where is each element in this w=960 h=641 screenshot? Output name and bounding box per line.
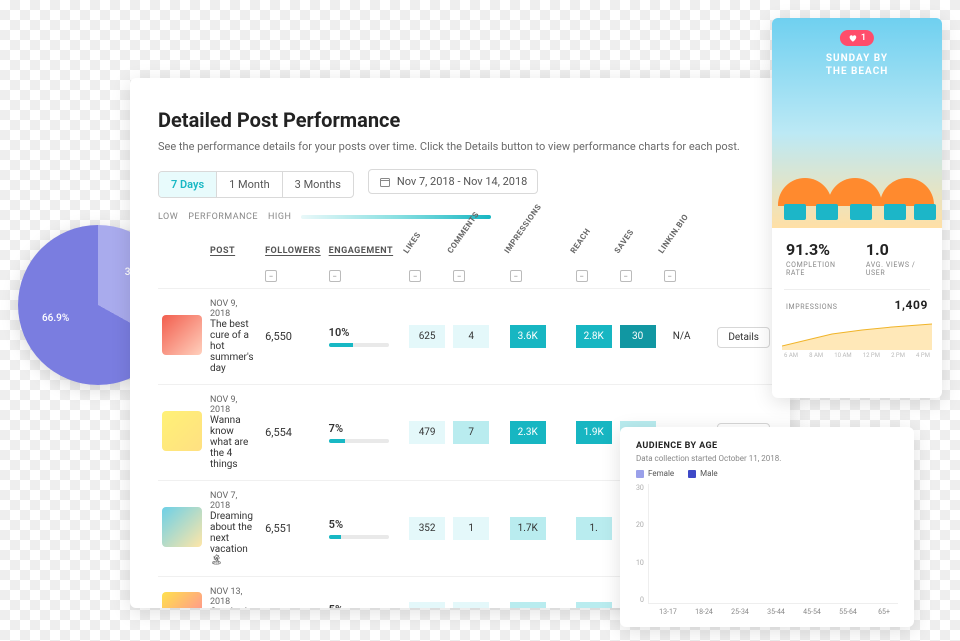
post-thumbnail[interactable]	[162, 315, 202, 355]
collapse-icon[interactable]: −	[576, 270, 588, 282]
completion-rate-stat: 91.3% COMPLETION RATE	[786, 240, 848, 277]
avg-views-stat: 1.0 AVG. VIEWS / USER	[866, 240, 928, 277]
col-engagement[interactable]: ENGAGEMENT	[325, 242, 397, 266]
legend-swatch-male	[688, 470, 696, 478]
col-followers[interactable]: FOLLOWERS	[261, 242, 325, 266]
audience-legend: Female Male	[636, 469, 898, 478]
performance-scale: LOW PERFORMANCE HIGH	[158, 212, 762, 222]
col-linkinbio[interactable]: LINKIN.BIO	[660, 242, 714, 266]
time-range-segmented: 7 Days 1 Month 3 Months	[158, 171, 354, 198]
date-range-picker[interactable]: Nov 7, 2018 - Nov 14, 2018	[368, 169, 538, 194]
col-comments[interactable]: COMMENTS	[449, 242, 506, 266]
story-analytics-card: 1 SUNDAY BYTHE BEACH 91.3% COMPLETION RA…	[772, 18, 942, 398]
impressions-label: IMPRESSIONS	[786, 303, 838, 311]
col-post[interactable]: POST	[206, 242, 261, 266]
story-title: SUNDAY BYTHE BEACH	[772, 52, 942, 78]
range-3months[interactable]: 3 Months	[283, 172, 353, 197]
col-impressions[interactable]: IMPRESSIONS	[506, 242, 572, 266]
audience-bar-chart: 3020100	[636, 484, 898, 604]
story-cover: 1 SUNDAY BYTHE BEACH	[772, 18, 942, 228]
collapse-icon[interactable]: −	[620, 270, 632, 282]
collapse-icon[interactable]: −	[265, 270, 277, 282]
scale-low: LOW	[158, 212, 178, 222]
legend-swatch-female	[636, 470, 644, 478]
details-button[interactable]: Details	[717, 327, 770, 348]
calendar-icon	[379, 176, 391, 188]
audience-title: AUDIENCE BY AGE	[636, 441, 898, 451]
scale-mid: PERFORMANCE	[188, 212, 258, 222]
col-likes[interactable]: LIKES	[405, 242, 449, 266]
range-1month[interactable]: 1 Month	[217, 172, 283, 197]
post-thumbnail[interactable]	[162, 592, 202, 608]
impressions-value: 1,409	[895, 298, 929, 312]
post-thumbnail[interactable]	[162, 411, 202, 451]
post-thumbnail[interactable]	[162, 507, 202, 547]
range-7days[interactable]: 7 Days	[159, 172, 217, 197]
col-saves[interactable]: SAVES	[616, 242, 660, 266]
scale-gradient	[301, 215, 491, 219]
impressions-area-chart	[782, 322, 932, 350]
impressions-x-ticks: 6 AM8 AM10 AM12 PM2 PM4 PM	[772, 350, 942, 359]
scale-high: HIGH	[268, 212, 291, 222]
collapse-icon[interactable]: −	[453, 270, 465, 282]
collapse-icon[interactable]: −	[329, 270, 341, 282]
audience-by-age-panel: AUDIENCE BY AGE Data collection started …	[620, 427, 914, 627]
page-title: Detailed Post Performance	[158, 108, 762, 132]
pie-slice-large-label: 66.9%	[42, 313, 69, 324]
collapse-icon[interactable]: −	[510, 270, 522, 282]
like-badge: 1	[840, 30, 874, 46]
heart-icon	[848, 33, 858, 43]
col-reach[interactable]: REACH	[572, 242, 616, 266]
collapse-icon[interactable]: −	[409, 270, 421, 282]
audience-note: Data collection started October 11, 2018…	[636, 454, 898, 463]
table-row: NOV 9, 2018The best cure of a hot summer…	[158, 289, 774, 385]
page-subtitle: See the performance details for your pos…	[158, 140, 762, 153]
collapse-icon[interactable]: −	[664, 270, 676, 282]
